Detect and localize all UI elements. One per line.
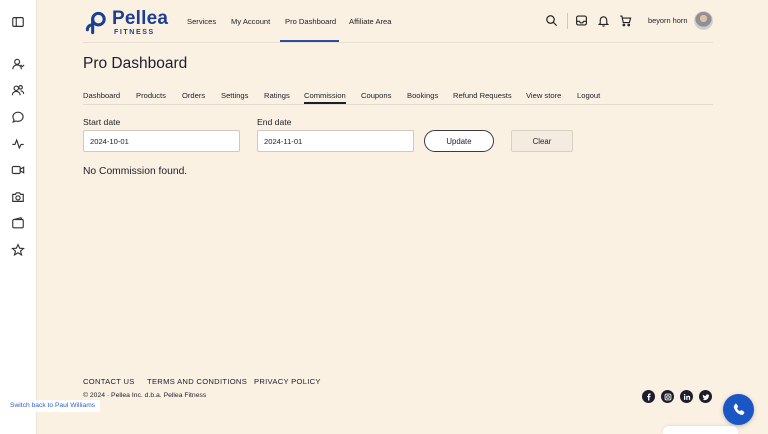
end-date-input[interactable] — [257, 130, 414, 152]
brand-subtitle: FITNESS — [114, 29, 155, 36]
tab-orders[interactable]: Orders — [182, 91, 205, 100]
chat-widget-tab[interactable] — [663, 426, 738, 434]
tab-products[interactable]: Products — [136, 91, 166, 100]
star-icon[interactable] — [11, 243, 25, 257]
cart-icon[interactable] — [619, 14, 632, 27]
footer-privacy-link[interactable]: PRIVACY POLICY — [254, 377, 321, 386]
activity-icon[interactable] — [11, 137, 25, 151]
nav-my-account[interactable]: My Account — [231, 0, 270, 42]
header-divider-line — [83, 42, 713, 43]
header-divider — [567, 13, 568, 29]
nav-services[interactable]: Services — [187, 0, 216, 42]
user-icon[interactable] — [11, 57, 25, 71]
video-icon[interactable] — [11, 163, 25, 177]
camera-icon[interactable] — [11, 190, 25, 204]
switch-back-link[interactable]: Switch back to Paul Williams — [0, 400, 101, 412]
wallet-icon[interactable] — [11, 216, 25, 230]
linkedin-icon[interactable] — [680, 390, 693, 403]
update-button[interactable]: Update — [424, 130, 494, 152]
tab-logout[interactable]: Logout — [577, 91, 600, 100]
footer-contact-link[interactable]: CONTACT US — [83, 377, 135, 386]
clear-button[interactable]: Clear — [511, 130, 573, 152]
page-title: Pro Dashboard — [83, 55, 188, 72]
inbox-icon[interactable] — [575, 14, 588, 27]
instagram-icon[interactable] — [661, 390, 674, 403]
top-header: Pellea FITNESS Services My Account Pro D… — [37, 0, 768, 42]
end-date-label: End date — [257, 117, 292, 127]
tab-bookings[interactable]: Bookings — [407, 91, 438, 100]
avatar[interactable] — [694, 11, 713, 30]
start-date-input[interactable] — [83, 130, 240, 152]
bell-icon[interactable] — [597, 14, 610, 27]
left-sidebar — [0, 0, 37, 434]
twitter-icon[interactable] — [699, 390, 712, 403]
brand-logo[interactable]: Pellea FITNESS — [84, 9, 168, 36]
nav-affiliate-area[interactable]: Affiliate Area — [349, 0, 392, 42]
footer-terms-link[interactable]: TERMS AND CONDITIONS — [147, 377, 247, 386]
search-icon[interactable] — [545, 14, 558, 27]
tabs-divider — [83, 104, 713, 105]
tab-refund-requests[interactable]: Refund Requests — [453, 91, 512, 100]
tab-ratings[interactable]: Ratings — [264, 91, 290, 100]
start-date-label: Start date — [83, 117, 121, 127]
tab-coupons[interactable]: Coupons — [361, 91, 391, 100]
copyright-text: © 2024 · Pellea Inc. d.b.a. Pellea Fitne… — [83, 392, 207, 399]
tab-settings[interactable]: Settings — [221, 91, 248, 100]
sidebar-toggle-icon[interactable] — [11, 15, 25, 29]
tab-commission[interactable]: Commission — [304, 91, 346, 100]
empty-results-message: No Commission found. — [83, 166, 188, 177]
user-name[interactable]: beyorn horn — [648, 16, 687, 25]
nav-pro-dashboard[interactable]: Pro Dashboard — [285, 0, 336, 42]
users-icon[interactable] — [11, 83, 25, 97]
call-button[interactable] — [723, 394, 754, 425]
phone-icon — [733, 403, 744, 415]
brand-name: Pellea — [112, 8, 169, 29]
tab-dashboard[interactable]: Dashboard — [83, 91, 120, 100]
tab-view-store[interactable]: View store — [526, 91, 561, 100]
pellea-logo-icon — [84, 10, 109, 35]
facebook-icon[interactable] — [642, 390, 655, 403]
chat-icon[interactable] — [11, 110, 25, 124]
